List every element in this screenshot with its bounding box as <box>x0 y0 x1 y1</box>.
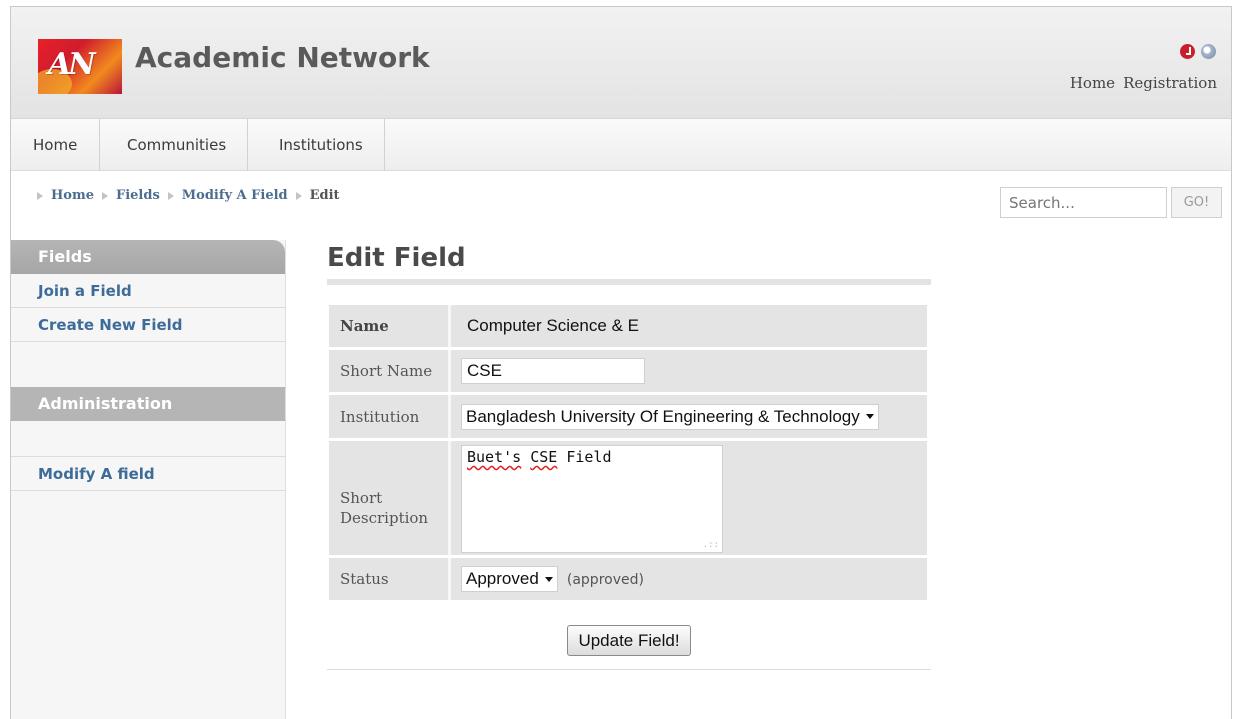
top-link-registration[interactable]: Registration <box>1123 74 1217 92</box>
update-field-button[interactable]: Update Field! <box>567 625 691 656</box>
site-header: AN Academic Network Home Registration <box>11 7 1231 119</box>
name-input[interactable]: Computer Science & E <box>461 313 651 339</box>
site-logo[interactable]: AN <box>38 39 122 94</box>
institution-cell: Bangladesh University Of Engineering & T… <box>451 395 927 438</box>
top-icons <box>1180 44 1216 59</box>
institution-label: Institution <box>329 395 451 438</box>
top-link-home[interactable]: Home <box>1070 74 1115 92</box>
breadcrumb-fields[interactable]: Fields <box>116 188 160 203</box>
clock-icon[interactable] <box>1180 44 1195 59</box>
search-input[interactable] <box>1000 187 1167 218</box>
description-textarea[interactable]: Buet's CSE Field .:: <box>461 445 723 553</box>
logo-text: AN <box>48 47 96 82</box>
breadcrumb-arrow-icon <box>167 191 174 200</box>
sidebar-item-modify-field[interactable]: Modify A field <box>11 457 285 491</box>
description-word: Field <box>566 448 612 466</box>
status-note: (approved) <box>566 572 644 588</box>
form-row-description: Short Description Buet's CSE Field .:: <box>329 441 927 555</box>
name-cell: Computer Science & E <box>451 305 927 347</box>
description-cell: Buet's CSE Field .:: <box>451 441 927 555</box>
short-name-label: Short Name <box>329 350 451 392</box>
description-word: Buet's <box>467 448 522 466</box>
sidebar-item-create-field[interactable]: Create New Field <box>11 308 285 342</box>
sidebar-spacer <box>11 421 285 457</box>
nav-communities[interactable]: Communities <box>106 119 249 171</box>
top-links: Home Registration <box>1070 74 1217 92</box>
main-nav: Home Communities Institutions <box>11 119 1231 171</box>
institution-select[interactable]: Bangladesh University Of Engineering & T… <box>461 403 879 430</box>
breadcrumb-home[interactable]: Home <box>51 188 94 203</box>
nav-institutions-label: Institutions <box>279 136 363 154</box>
page-title: Edit Field <box>327 243 466 273</box>
breadcrumb-modify-field[interactable]: Modify A Field <box>182 188 288 203</box>
site-title: Academic Network <box>135 41 430 74</box>
status-label: Status <box>329 558 451 600</box>
breadcrumb-arrow-icon <box>37 191 43 200</box>
form-row-status: Status Approved (approved) <box>329 558 927 600</box>
title-divider <box>327 279 931 285</box>
form-row-institution: Institution Bangladesh University Of Eng… <box>329 395 927 438</box>
short-name-cell: CSE <box>451 350 927 392</box>
sidebar-item-join-field[interactable]: Join a Field <box>11 274 285 308</box>
short-name-input[interactable]: CSE <box>461 358 645 384</box>
page-frame: AN Academic Network Home Registration Ho… <box>10 6 1232 719</box>
description-word: CSE <box>530 448 558 466</box>
search-go-button[interactable]: GO! <box>1171 187 1222 218</box>
nav-home[interactable]: Home <box>11 119 101 171</box>
institution-selected-value: Bangladesh University Of Engineering & T… <box>466 406 860 426</box>
nav-institutions[interactable]: Institutions <box>258 119 385 171</box>
breadcrumb-current: Edit <box>309 188 340 203</box>
sidebar-heading-fields: Fields <box>11 240 285 274</box>
nav-communities-label: Communities <box>127 136 227 154</box>
name-label: Name <box>329 305 451 347</box>
description-label: Short Description <box>329 441 451 555</box>
form-row-name: Name Computer Science & E <box>329 305 927 347</box>
status-cell: Approved (approved) <box>451 558 927 600</box>
breadcrumb-arrow-icon <box>295 191 302 200</box>
nav-home-label: Home <box>33 136 78 154</box>
breadcrumb: Home Fields Modify A Field Edit <box>33 188 340 203</box>
sidebar-heading-administration: Administration <box>11 387 285 421</box>
status-select[interactable]: Approved <box>461 566 558 592</box>
form-row-short-name: Short Name CSE <box>329 350 927 392</box>
globe-icon[interactable] <box>1201 44 1216 59</box>
chevron-down-icon <box>544 576 553 582</box>
resize-grip-icon[interactable]: .:: <box>703 540 719 550</box>
status-selected-value: Approved <box>466 569 539 588</box>
chevron-down-icon <box>865 414 874 419</box>
edit-field-form: Name Computer Science & E Short Name CSE… <box>329 302 927 603</box>
breadcrumb-arrow-icon <box>101 191 108 200</box>
form-bottom-divider <box>327 669 931 670</box>
sidebar: Fields Join a Field Create New Field Adm… <box>11 240 286 719</box>
